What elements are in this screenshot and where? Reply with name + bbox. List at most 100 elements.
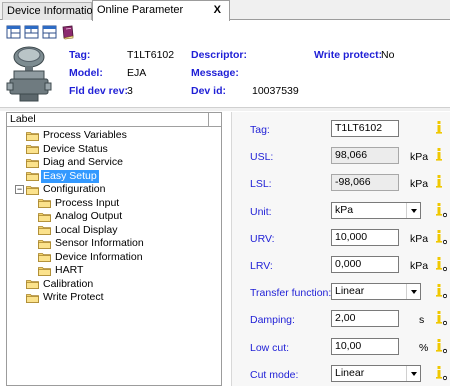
folder-icon	[26, 144, 39, 154]
param-value: 10,000	[335, 230, 368, 243]
window-layout-icon[interactable]	[42, 25, 57, 40]
tab-device-information[interactable]: Device Information	[2, 2, 99, 20]
folder-icon	[38, 252, 51, 262]
tree-item[interactable]: Device Status	[26, 143, 110, 156]
param-readonly-field: -98,066	[331, 174, 399, 192]
window-split-icon[interactable]	[24, 25, 39, 40]
tree-item[interactable]: Sensor Information	[38, 237, 146, 250]
param-value: 98,066	[335, 149, 368, 162]
tab-label: Online Parameter	[97, 4, 184, 16]
info-icon[interactable]	[435, 121, 443, 136]
info-edit-icon[interactable]	[435, 202, 447, 218]
tree-item-label: Diag and Service	[43, 156, 123, 168]
tree-item[interactable]: Analog Output	[38, 210, 124, 223]
dropdown-arrow-icon[interactable]	[406, 202, 420, 218]
param-row: LSL: -98,066 kPa	[232, 174, 450, 194]
param-value: 0,000	[335, 258, 362, 270]
info-edit-icon[interactable]	[435, 229, 447, 245]
tab-strip: Device Information Online Parameter X	[0, 0, 450, 21]
info-edit-icon[interactable]	[435, 338, 447, 354]
collapse-icon[interactable]: −	[15, 185, 24, 194]
toolbar	[6, 25, 75, 41]
param-row: URV: 10,000 kPa	[232, 228, 450, 249]
param-readonly-field: 98,066	[331, 147, 399, 165]
tree-item[interactable]: HART	[38, 264, 85, 277]
info-edit-icon[interactable]	[435, 311, 447, 326]
param-row: USL: 98,066 kPa	[232, 147, 450, 167]
info-edit-icon[interactable]	[435, 365, 447, 381]
book-icon[interactable]	[60, 25, 75, 40]
info-icon[interactable]	[435, 148, 443, 163]
folder-icon	[26, 158, 39, 168]
dropdown-arrow-icon[interactable]	[406, 284, 420, 300]
param-input[interactable]: T1LT6102	[331, 120, 399, 137]
param-label: Unit:	[250, 205, 272, 218]
dropdown-arrow-icon[interactable]	[406, 365, 420, 381]
param-unit: kPa	[410, 178, 429, 191]
dev-id-value: 10037539	[252, 85, 299, 97]
tag-label: Tag:	[69, 49, 91, 61]
tree-item[interactable]: Configuration	[26, 183, 107, 196]
param-label: Damping:	[250, 314, 295, 327]
tree-item-label: Device Information	[55, 250, 143, 263]
param-label: LSL:	[250, 178, 272, 191]
param-row: Transfer function: Linear	[232, 283, 450, 303]
pane-splitter[interactable]	[222, 112, 230, 386]
param-input[interactable]: 10,00	[331, 337, 399, 355]
message-label: Message:	[191, 67, 239, 79]
header-splitter[interactable]	[0, 107, 450, 111]
descriptor-label: Descriptor:	[191, 49, 248, 61]
param-unit: kPa	[410, 260, 429, 272]
param-label: USL:	[250, 151, 274, 164]
info-edit-icon[interactable]	[435, 284, 447, 299]
tree-item-label: Local Display	[55, 223, 118, 236]
folder-icon	[38, 239, 51, 249]
param-row: Damping: 2,00 s	[232, 310, 450, 330]
folder-icon	[38, 266, 51, 276]
write-protect-value: No	[381, 49, 395, 61]
pressure-transmitter-icon	[6, 44, 52, 104]
tag-value: T1LT6102	[127, 49, 175, 61]
tree-item[interactable]: Process Input	[38, 197, 121, 210]
tree-item[interactable]: Device Information	[38, 251, 145, 264]
param-dropdown[interactable]: Linear	[331, 364, 421, 382]
tree-item-label: Device Status	[43, 142, 108, 155]
info-edit-icon[interactable]	[435, 257, 447, 272]
dev-id-label: Dev id:	[191, 85, 227, 97]
close-tab-button[interactable]: X	[214, 1, 221, 19]
tab-online-parameter[interactable]: Online Parameter X	[92, 0, 230, 21]
window-tile-icon[interactable]	[6, 25, 21, 40]
folder-icon	[26, 279, 39, 289]
tree-item[interactable]: Easy Setup	[26, 169, 99, 183]
param-unit: s	[419, 314, 425, 327]
write-protect-label: Write protect:	[314, 49, 383, 61]
param-dropdown[interactable]: Linear	[331, 283, 421, 301]
folder-icon	[26, 185, 39, 195]
tree-item-label: Process Variables	[43, 129, 127, 141]
param-value: -98,066	[335, 176, 371, 189]
tree-item[interactable]: Local Display	[38, 224, 119, 237]
tree-column-header[interactable]: Label	[7, 113, 221, 127]
tree-item-label: Configuration	[43, 183, 106, 195]
tree-item-label: Sensor Information	[55, 237, 144, 249]
model-value: EJA	[127, 67, 147, 79]
tree-item[interactable]: Calibration	[26, 278, 95, 291]
tree-item[interactable]: Write Protect	[26, 291, 106, 304]
param-label: Transfer function:	[250, 287, 332, 300]
tree-item[interactable]: Diag and Service	[26, 156, 125, 169]
param-dropdown[interactable]: kPa	[331, 201, 421, 219]
folder-icon	[26, 293, 39, 303]
info-icon[interactable]	[435, 175, 443, 190]
column-divider[interactable]	[208, 113, 209, 126]
param-label: Low cut:	[250, 341, 290, 354]
param-unit: %	[419, 341, 429, 354]
param-input[interactable]: 10,000	[331, 228, 399, 246]
folder-icon	[38, 225, 51, 235]
param-input[interactable]: 0,000	[331, 256, 399, 273]
param-row: Cut mode: Linear	[232, 364, 450, 385]
tree-item-label: Process Input	[55, 196, 120, 209]
param-input[interactable]: 2,00	[331, 310, 399, 328]
tree-item[interactable]: Process Variables	[26, 129, 129, 142]
param-value: kPa	[335, 203, 354, 216]
folder-icon	[26, 131, 39, 141]
